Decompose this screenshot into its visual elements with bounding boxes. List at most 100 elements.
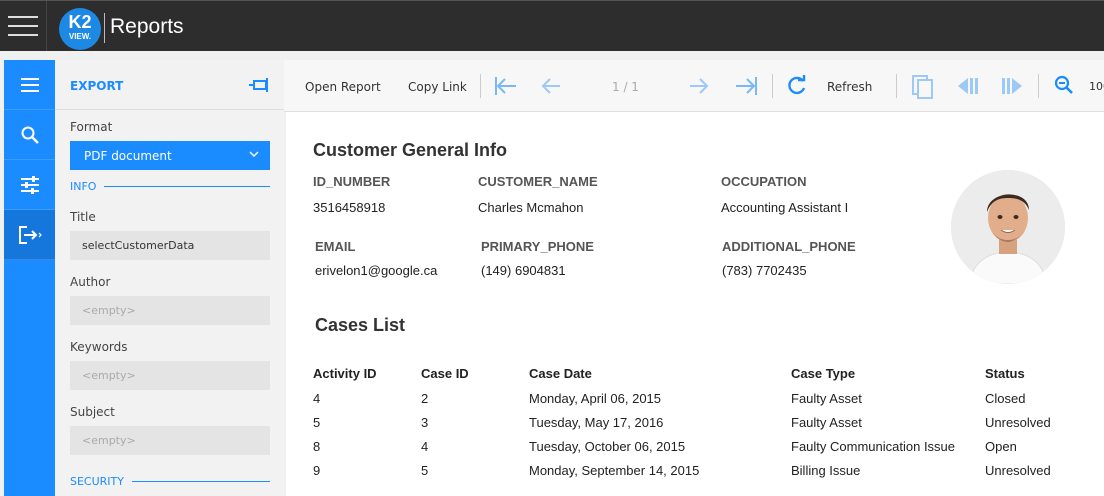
rail-search-button[interactable]	[4, 110, 55, 160]
section-divider	[132, 480, 270, 482]
cases-list-title: Cases List	[315, 315, 406, 335]
search-icon	[21, 126, 39, 144]
first-page-icon[interactable]	[494, 75, 518, 97]
next-page-icon[interactable]	[688, 75, 710, 97]
export-icon	[18, 225, 42, 244]
k2view-logo: K2 VIEW.	[59, 8, 101, 50]
step-forward-icon[interactable]	[1000, 75, 1024, 97]
email-label: EMAIL	[315, 239, 356, 254]
customer-name-value: Charles Mcmahon	[478, 200, 584, 215]
subject-field[interactable]: <empty>	[70, 426, 270, 455]
app-title: Reports	[110, 15, 184, 38]
case-id-cell: 2	[421, 390, 429, 406]
page-indicator: 1 / 1	[612, 80, 639, 94]
report-toolbar: Open Report Copy Link 1 / 1 Refresh 100	[284, 60, 1104, 112]
case-id-cell: 5	[421, 462, 429, 478]
info-section-label: INFO	[70, 179, 97, 193]
column-header: Case Date	[529, 365, 592, 381]
activity-id-cell: 9	[313, 462, 321, 478]
security-section-label: SECURITY	[70, 474, 124, 488]
status-cell: Unresolved	[985, 462, 1051, 478]
security-section-header: SECURITY	[70, 474, 270, 488]
section-divider	[104, 185, 270, 187]
title-field[interactable]: selectCustomerData	[70, 231, 270, 260]
customer-avatar	[951, 170, 1065, 284]
status-cell: Open	[985, 438, 1017, 454]
menu-line-icon	[8, 25, 38, 27]
menu-line-icon	[8, 34, 38, 36]
table-row: 5 3 Tuesday, May 17, 2016 Faulty Asset U…	[313, 410, 1075, 434]
case-date-cell: Monday, September 14, 2015	[529, 462, 700, 478]
step-back-icon[interactable]	[956, 75, 980, 97]
report-page: Customer General Info ID_NUMBER 35164589…	[286, 112, 1104, 496]
rail-parameters-button[interactable]	[4, 160, 55, 210]
case-date-cell: Monday, April 06, 2015	[529, 390, 662, 406]
additional-phone-label: ADDITIONAL_PHONE	[722, 239, 856, 254]
app-header: K2 VIEW. Reports	[0, 0, 1104, 51]
email-value: erivelon1@google.ca	[315, 263, 438, 278]
logo-subtext: VIEW.	[68, 32, 92, 41]
title-label: Title	[70, 210, 96, 224]
logo-text: K2	[68, 12, 92, 32]
activity-id-cell: 5	[313, 414, 321, 430]
keywords-field[interactable]: <empty>	[70, 361, 270, 390]
case-type-cell: Faulty Asset	[791, 414, 862, 430]
rail-export-button[interactable]	[4, 210, 55, 260]
subject-label: Subject	[70, 405, 115, 419]
customer-name-label: CUSTOMER_NAME	[478, 174, 598, 189]
id-number-label: ID_NUMBER	[313, 174, 391, 189]
table-row: 9 5 Monday, September 14, 2015 Billing I…	[313, 458, 1075, 482]
status-cell: Unresolved	[985, 414, 1051, 430]
info-section-header: INFO	[70, 179, 270, 193]
activity-id-cell: 4	[313, 390, 321, 406]
case-type-cell: Billing Issue	[791, 462, 861, 478]
open-report-button[interactable]: Open Report	[305, 80, 381, 94]
table-row: 4 2 Monday, April 06, 2015 Faulty Asset …	[313, 386, 1075, 410]
copy-link-button[interactable]: Copy Link	[408, 80, 467, 94]
sliders-icon	[20, 175, 39, 194]
customer-photo	[951, 170, 1065, 284]
menu-icon	[20, 77, 39, 92]
export-panel: EXPORT Format PDF document INFO Title se…	[55, 60, 284, 496]
table-row: 8 4 Tuesday, October 06, 2015 Faulty Com…	[313, 434, 1075, 458]
case-type-cell: Faulty Asset	[791, 390, 862, 406]
column-header: Activity ID	[313, 365, 377, 381]
refresh-button[interactable]: Refresh	[827, 80, 872, 94]
author-field[interactable]: <empty>	[70, 296, 270, 325]
last-page-icon[interactable]	[734, 75, 758, 97]
table-header-row: Activity ID Case ID Case Date Case Type …	[313, 360, 1075, 386]
icon-rail	[4, 60, 55, 496]
additional-phone-value: (783) 7702435	[722, 263, 807, 278]
title-divider	[104, 13, 105, 43]
cases-table: Activity ID Case ID Case Date Case Type …	[313, 360, 1075, 482]
author-label: Author	[70, 275, 111, 289]
id-number-value: 3516458918	[313, 200, 386, 215]
format-select[interactable]: PDF document	[70, 141, 270, 170]
toolbar-separator	[480, 74, 481, 98]
keywords-label: Keywords	[70, 340, 128, 354]
column-header: Status	[985, 365, 1025, 381]
pin-icon[interactable]	[248, 77, 270, 93]
toolbar-separator	[896, 74, 897, 98]
status-cell: Closed	[985, 390, 1026, 406]
toolbar-separator	[772, 74, 773, 98]
page-view-icon[interactable]	[912, 75, 934, 99]
rail-menu-button[interactable]	[4, 60, 55, 110]
activity-id-cell: 8	[313, 438, 321, 454]
occupation-label: OCCUPATION	[721, 174, 807, 189]
menu-line-icon	[8, 16, 38, 18]
primary-phone-value: (149) 6904831	[481, 263, 566, 278]
format-value: PDF document	[84, 149, 172, 163]
zoom-icon[interactable]	[1054, 75, 1074, 95]
occupation-value: Accounting Assistant I	[721, 200, 849, 215]
previous-page-icon[interactable]	[540, 75, 562, 97]
primary-phone-label: PRIMARY_PHONE	[481, 239, 594, 254]
refresh-icon[interactable]	[786, 75, 808, 97]
customer-general-info-title: Customer General Info	[313, 140, 508, 160]
case-id-cell: 4	[421, 438, 429, 454]
column-header: Case Type	[791, 365, 856, 381]
zoom-level[interactable]: 100	[1089, 80, 1104, 93]
chevron-down-icon	[249, 151, 259, 158]
main-menu-button[interactable]	[0, 1, 47, 51]
column-header: Case ID	[421, 365, 469, 381]
